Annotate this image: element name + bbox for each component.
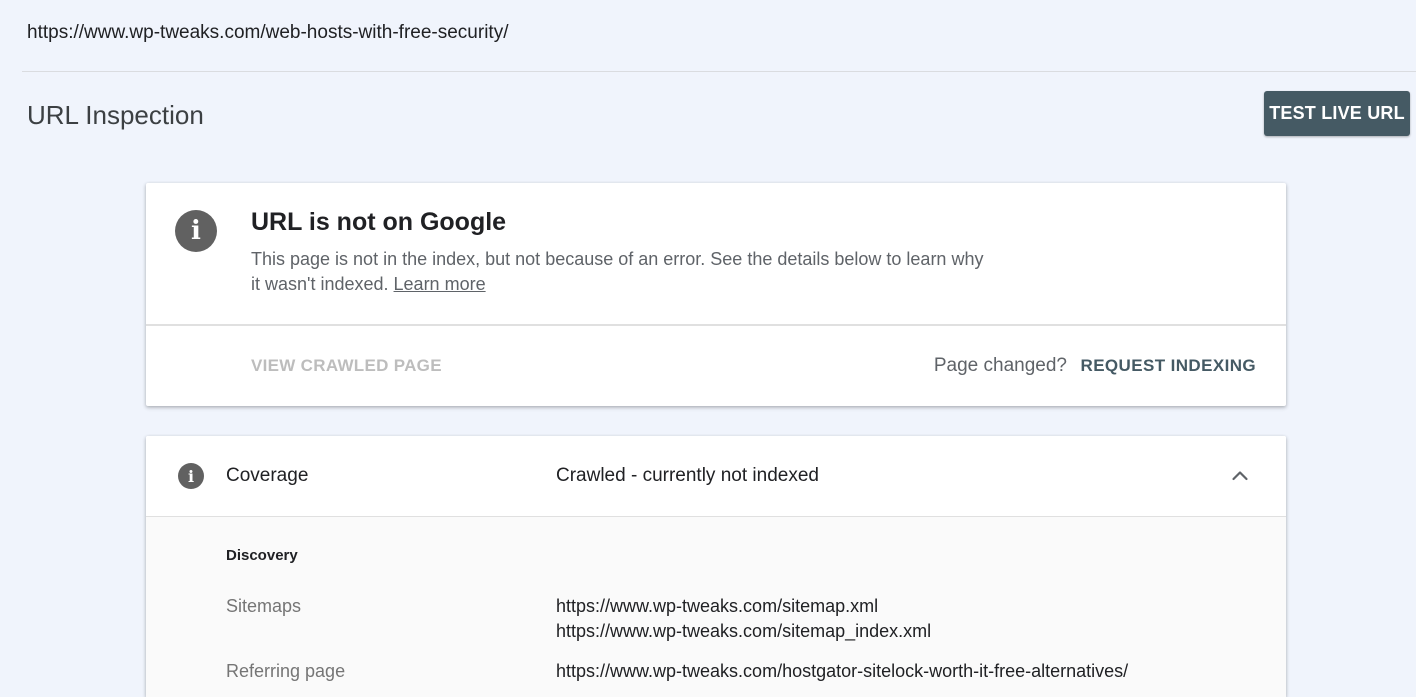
sitemaps-label: Sitemaps	[226, 596, 302, 616]
info-icon: i	[175, 210, 217, 252]
sitemap-link[interactable]: https://www.wp-tweaks.com/sitemap_index.…	[556, 619, 931, 644]
page-changed-label: Page changed?	[933, 355, 1067, 376]
coverage-card: i Coverage Crawled - currently not index…	[146, 436, 1286, 697]
index-status-description: This page is not in the index, but not b…	[251, 247, 991, 297]
view-crawled-page-button[interactable]: VIEW CRAWLED PAGE	[251, 356, 442, 376]
index-status-card: i URL is not on Google This page is not …	[146, 183, 1286, 406]
request-indexing-button[interactable]: REQUEST INDEXING	[1081, 356, 1256, 376]
inspected-url[interactable]: https://www.wp-tweaks.com/web-hosts-with…	[27, 22, 508, 44]
info-icon: i	[178, 463, 204, 489]
coverage-status-value: Crawled - currently not indexed	[556, 465, 819, 486]
referring-page-link[interactable]: https://www.wp-tweaks.com/hostgator-site…	[556, 659, 1128, 684]
test-live-url-button[interactable]: TEST LIVE URL	[1264, 91, 1410, 136]
sitemaps-list: https://www.wp-tweaks.com/sitemap.xml ht…	[556, 594, 931, 644]
coverage-details: Discovery Sitemaps https://www.wp-tweaks…	[146, 517, 1286, 697]
card-divider	[146, 324, 1286, 326]
index-status-heading: URL is not on Google	[251, 208, 507, 236]
page-title: URL Inspection	[27, 100, 204, 130]
coverage-header[interactable]: i Coverage Crawled - currently not index…	[146, 436, 1286, 517]
sitemap-link[interactable]: https://www.wp-tweaks.com/sitemap.xml	[556, 594, 931, 619]
learn-more-link[interactable]: Learn more	[394, 274, 486, 294]
discovery-heading: Discovery	[226, 547, 298, 564]
chevron-up-icon[interactable]	[1230, 466, 1250, 486]
index-status-description-text: This page is not in the index, but not b…	[251, 249, 984, 294]
referring-page-label: Referring page	[226, 661, 346, 681]
url-header-bar: https://www.wp-tweaks.com/web-hosts-with…	[22, 0, 1416, 72]
coverage-label: Coverage	[226, 465, 309, 486]
